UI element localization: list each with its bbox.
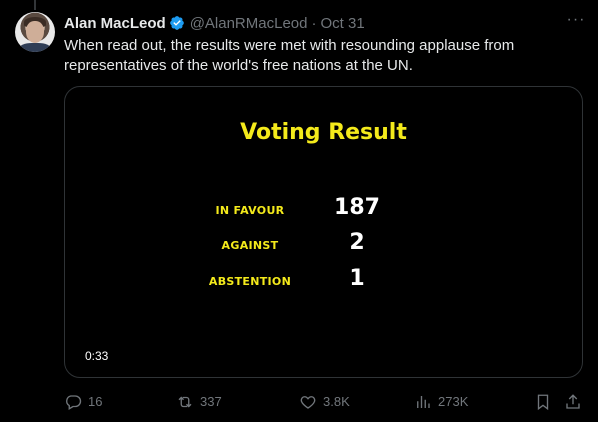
repost-count: 337	[200, 394, 222, 409]
author-handle[interactable]: @AlanRMacLeod	[190, 15, 308, 32]
reply-icon	[66, 395, 82, 410]
vote-row-against: AGAINST 2	[65, 230, 582, 260]
repost-icon	[178, 396, 192, 408]
views-icon	[417, 396, 430, 408]
bookmark-button[interactable]	[534, 392, 558, 412]
action-bar: 16 337 3.8K 273K	[64, 392, 584, 412]
share-button[interactable]	[564, 392, 588, 412]
avatar-face	[26, 21, 44, 43]
heart-icon	[300, 396, 316, 409]
video-title: Voting Result	[240, 120, 407, 145]
avatar-shirt	[19, 43, 51, 52]
bookmark-icon	[537, 394, 549, 411]
like-count: 3.8K	[323, 394, 350, 409]
views-button[interactable]: 273K	[414, 392, 468, 412]
vote-value: 1	[349, 266, 365, 291]
video-player[interactable]: Voting Result IN FAVOUR 187 AGAINST 2 AB…	[64, 86, 583, 378]
tweet: Alan MacLeod @AlanRMacLeod · Oct 31 ··· …	[0, 0, 598, 422]
avatar[interactable]	[15, 12, 55, 52]
share-icon	[566, 394, 580, 409]
views-count: 273K	[438, 394, 469, 409]
vote-row-in-favour: IN FAVOUR 187	[65, 195, 582, 225]
reply-button[interactable]: 16	[64, 392, 102, 412]
tweet-date[interactable]: Oct 31	[320, 15, 364, 32]
tweet-header: Alan MacLeod @AlanRMacLeod · Oct 31	[64, 13, 586, 33]
author-name[interactable]: Alan MacLeod	[64, 15, 166, 32]
thread-line	[34, 0, 36, 10]
repost-button[interactable]: 337	[176, 392, 222, 412]
like-button[interactable]: 3.8K	[299, 392, 350, 412]
verified-badge-icon	[169, 15, 185, 31]
video-timestamp: 0:33	[85, 349, 109, 363]
separator-dot: ·	[311, 14, 317, 32]
vote-value: 187	[334, 195, 380, 220]
reply-count: 16	[88, 394, 103, 409]
vote-row-abstention: ABSTENTION 1	[65, 266, 582, 296]
vote-value: 2	[349, 230, 365, 255]
tweet-text: When read out, the results were met with…	[64, 37, 515, 74]
more-icon[interactable]: ···	[564, 10, 588, 30]
